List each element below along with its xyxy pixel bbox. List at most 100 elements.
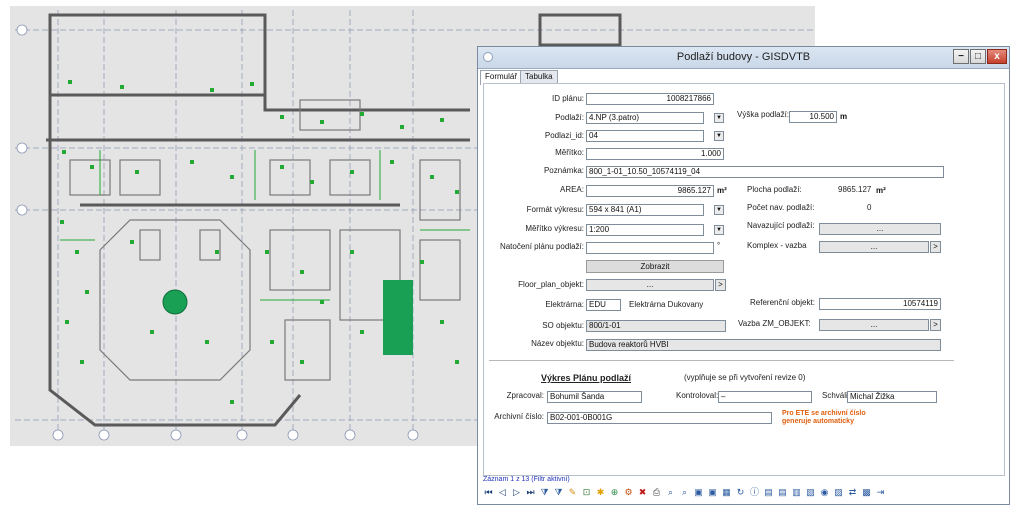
podlazi-label: Podlaží: (555, 113, 584, 122)
meritko-vykresu-label: Měřítko výkresu: (525, 224, 584, 233)
natoceni-label: Natočení plánu podlaží: (499, 242, 584, 251)
referencni-objekt-label: Referenční objekt: (750, 298, 815, 307)
podlazi-id-label: Podlazi_id: (544, 131, 584, 140)
komplex-vazba-label: Komplex - vazba (747, 241, 807, 250)
elektrarna-code-field[interactable]: EDU (586, 299, 621, 311)
grid-icon[interactable]: ▦ (721, 487, 732, 498)
vazba-zm-expand-button[interactable]: > (930, 319, 941, 331)
exit-icon[interactable]: ⇥ (875, 487, 886, 498)
filter-clear-icon[interactable]: ⧩ (553, 487, 564, 498)
settings-icon[interactable]: ⚙ (623, 487, 634, 498)
floor-plan-objekt-label: Floor_plan_objekt: (518, 280, 584, 289)
minimize-button[interactable]: − (953, 49, 969, 64)
so-objektu-field[interactable]: 800/1-01 (586, 320, 726, 332)
nazev-objektu-field[interactable]: Budova reaktorů HVBI (586, 339, 941, 351)
meritko-label: Měřítko: (555, 148, 584, 157)
vykres-note: (vyplňuje se při vytvoření revize 0) (684, 373, 806, 382)
pocet-nav-podlazi-value: 0 (867, 203, 872, 212)
map-icon[interactable]: ◉ (819, 487, 830, 498)
meritko-field[interactable]: 1.000 (586, 148, 724, 160)
vyska-podlazi-unit: m (840, 112, 848, 121)
prev-record-icon[interactable]: ◁ (497, 487, 508, 498)
format-vykresu-dropdown-button[interactable]: ▼ (714, 205, 724, 215)
delete-icon[interactable]: ✖ (637, 487, 648, 498)
info-icon[interactable]: ⓘ (749, 487, 760, 498)
podlazi-dropdown-button[interactable]: ▼ (714, 113, 724, 123)
plocha-podlazi-unit: m² (876, 186, 886, 195)
zpracoval-label: Zpracoval: (506, 391, 544, 400)
print-icon[interactable]: ⎙ (651, 487, 662, 498)
maximize-button[interactable]: □ (970, 49, 986, 64)
area-field[interactable]: 9865.127 (586, 185, 714, 197)
edit-icon[interactable]: ✎ (567, 487, 578, 498)
podlazi-id-select[interactable]: 04 (586, 130, 704, 142)
podlazi-id-dropdown-button[interactable]: ▼ (714, 131, 724, 141)
elektrarna-name: Elektrárna Dukovany (629, 300, 704, 309)
title-bar[interactable]: Podlaží budovy - GISDVTB − □ x (478, 47, 1009, 69)
poznamka-field[interactable]: 800_1-01_10.50_10574119_04 (586, 166, 944, 178)
next-record-icon[interactable]: ▷ (511, 487, 522, 498)
window-icon[interactable]: ▣ (693, 487, 704, 498)
record-status: Záznam 1 z 13 (Filtr aktivní) (483, 476, 570, 483)
kontroloval-label: Kontroloval: (676, 391, 719, 400)
plocha-podlazi-value: 9865.127 (838, 185, 872, 194)
vykres-heading: Výkres Plánu podlaží (541, 373, 632, 383)
vazba-zm-field[interactable]: ... (819, 319, 929, 331)
close-button[interactable]: x (987, 49, 1007, 64)
last-record-icon[interactable]: ⏭ (525, 487, 536, 498)
form-panel: ID plánu: 1008217866 Podlaží: 4.NP (3.pa… (483, 83, 1005, 476)
id-planu-label: ID plánu: (551, 94, 584, 103)
nazev-objektu-label: Název objektu: (531, 339, 584, 348)
id-planu-field[interactable]: 1008217866 (586, 93, 714, 105)
floor-plan-objekt-expand-button[interactable]: > (715, 279, 726, 291)
refresh-icon[interactable]: ↻ (735, 487, 746, 498)
copy-record-icon[interactable]: ⊕ (609, 487, 620, 498)
vyska-podlazi-field[interactable]: 10.500 (789, 111, 837, 123)
kontroloval-field[interactable]: – (718, 391, 812, 403)
select-icon[interactable]: ⊡ (581, 487, 592, 498)
document-icon[interactable]: ▧ (805, 487, 816, 498)
meritko-vykresu-dropdown-button[interactable]: ▼ (714, 225, 724, 235)
report-2-icon[interactable]: ▤ (777, 487, 788, 498)
report-icon[interactable]: ▤ (763, 487, 774, 498)
komplex-vazba-field[interactable]: ... (819, 241, 929, 253)
natoceni-field[interactable] (586, 242, 714, 254)
search-icon[interactable]: ⌕ (679, 487, 690, 498)
archivni-cislo-label: Archivní číslo: (494, 412, 544, 421)
section-divider (489, 360, 954, 361)
window-2-icon[interactable]: ▣ (707, 487, 718, 498)
app-window: Podlaží budovy - GISDVTB − □ x Formulář … (477, 46, 1010, 505)
zobrazit-button[interactable]: Zobrazit (586, 260, 724, 273)
area-label: AREA: (559, 185, 584, 194)
archive-note: Pro ETE se archivní číslo generuje autom… (782, 410, 866, 425)
plocha-podlazi-label: Plocha podlaží: (747, 185, 802, 194)
window-title: Podlaží budovy - GISDVTB (676, 51, 811, 63)
new-record-icon[interactable]: ✱ (595, 487, 606, 498)
poznamka-label: Poznámka: (543, 166, 584, 175)
tab-tabulka[interactable]: Tabulka (520, 70, 558, 84)
filter-icon[interactable]: ⧩ (539, 487, 550, 498)
natoceni-unit: ° (717, 241, 721, 250)
format-vykresu-label: Formát výkresu: (526, 205, 584, 214)
floor-plan-objekt-field[interactable]: ... (586, 279, 714, 291)
komplex-vazba-expand-button[interactable]: > (930, 241, 941, 253)
archivni-cislo-field[interactable]: B02-001-0B001G (547, 412, 772, 424)
layers-icon[interactable]: ▩ (861, 487, 872, 498)
area-unit: m² (717, 186, 727, 195)
meritko-vykresu-select[interactable]: 1:200 (586, 224, 704, 236)
vyska-podlazi-label: Výška podlaží: (737, 110, 790, 119)
first-record-icon[interactable]: ⏮ (483, 487, 494, 498)
elektrarna-label: Elektrárna: (545, 300, 584, 309)
navazujici-podlazi-label: Navazující podlaží: (747, 221, 815, 230)
podlazi-select[interactable]: 4.NP (3.patro) (586, 112, 704, 124)
zpracoval-field[interactable]: Bohumil Šanda (547, 391, 642, 403)
export-icon[interactable]: ▥ (791, 487, 802, 498)
chart-icon[interactable]: ▨ (833, 487, 844, 498)
transfer-icon[interactable]: ⇄ (847, 487, 858, 498)
schvalil-field[interactable]: Michal Žižka (847, 391, 937, 403)
referencni-objekt-field[interactable]: 10574119 (819, 298, 941, 310)
so-objektu-label: SO objektu: (542, 321, 584, 330)
format-vykresu-select[interactable]: 594 x 841 (A1) (586, 204, 704, 216)
zoom-icon[interactable]: ⌕ (665, 487, 676, 498)
navazujici-podlazi-field[interactable]: ... (819, 223, 941, 235)
